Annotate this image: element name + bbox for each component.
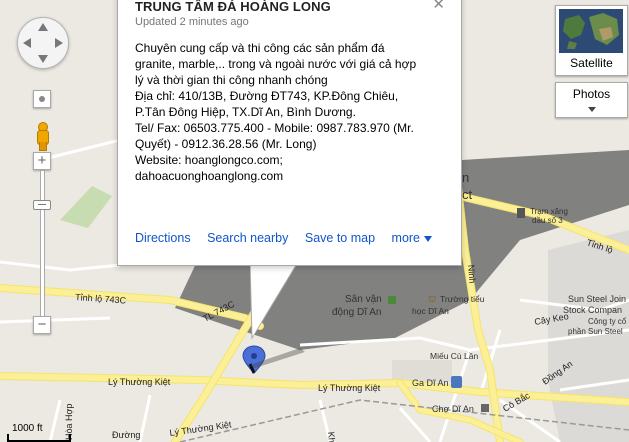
scale-bar (7, 434, 71, 442)
description-line: Tel/ Fax: 06503.775.400 - Mobile: 0987.7… (135, 121, 414, 135)
map-label-gas: dầu số 3 (532, 216, 563, 225)
map-label: Stock Compan (563, 305, 622, 315)
map-label: n (462, 170, 469, 185)
chevron-down-icon (424, 235, 433, 242)
place-title: TRUNG TÂM ĐÁ HOÀNG LONG (135, 0, 331, 14)
satellite-thumbnail (559, 9, 623, 53)
pan-right-icon[interactable] (55, 38, 63, 48)
directions-link[interactable]: Directions (135, 231, 191, 245)
map-label: Ga Dĩ An (412, 378, 449, 388)
map-label: Công ty cổ (588, 317, 627, 326)
map-label: Chợ Dĩ An (432, 404, 474, 414)
description-line: Quyết) - 0912.36.28.56 (Mr. Long) (135, 137, 317, 151)
place-infowindow: ✕ TRUNG TÂM ĐÁ HOÀNG LONG Updated 2 minu… (117, 0, 462, 266)
description-line: Chuyên cung cấp và thi công các sản phẩm… (135, 41, 385, 55)
search-nearby-link[interactable]: Search nearby (207, 231, 288, 245)
pan-up-icon[interactable] (38, 23, 48, 31)
map-label: Sân vận (345, 294, 382, 305)
school-icon: ⛫ (428, 294, 436, 304)
description-line: dahoacuonghoanglong.com (135, 169, 284, 183)
map-label-gas: Trạm xăng (530, 207, 568, 216)
zoom-track[interactable] (40, 170, 45, 317)
gas-icon (517, 208, 525, 218)
more-link-label: more (391, 231, 421, 245)
location-dot-icon (39, 96, 45, 102)
photos-button[interactable]: Photos (555, 82, 628, 118)
stadium-icon (388, 296, 396, 304)
place-description: Chuyên cung cấp và thi công các sản phẩm… (135, 40, 450, 184)
photos-label: Photos (572, 87, 611, 101)
infowindow-tail (250, 262, 299, 340)
infowindow-links: Directions Search nearby Save to map mor… (135, 231, 445, 245)
map-label: Miếu Cù Lần (430, 351, 478, 361)
description-line: granite, marble,.. trong và ngoài nước v… (135, 57, 417, 71)
satellite-button[interactable]: Satellite (555, 5, 628, 76)
description-line: P.Tân Đông Hiệp, TX.Dĩ An, Bình Dương. (135, 105, 356, 119)
pan-left-icon[interactable] (23, 38, 31, 48)
more-link[interactable]: more (391, 231, 433, 245)
map-label-road: Khu 5 (326, 431, 338, 442)
map-label: phần Sun Steel (568, 327, 623, 336)
map-label-road: Ninh (466, 264, 478, 283)
map-label: ct (462, 187, 473, 202)
close-icon[interactable]: ✕ (432, 0, 445, 13)
street-view-pegman-icon[interactable] (35, 122, 49, 151)
pan-down-icon[interactable] (38, 55, 48, 63)
map-label: Sun Steel Join (568, 294, 626, 304)
pan-control (17, 17, 69, 69)
market-icon (481, 404, 489, 412)
description-line: Website: hoanglongco.com; (135, 153, 283, 167)
map-label: học Dĩ An (412, 306, 449, 316)
map-label-road: Lý Thường Kiệt (318, 383, 381, 393)
map-label-road: Lý Thường Kiệt (108, 377, 171, 387)
map-label-road: Đường (112, 430, 140, 440)
train-icon (451, 376, 462, 388)
map-label: Trường tiểu (440, 294, 485, 304)
satellite-label: Satellite (570, 56, 613, 70)
my-location-button[interactable] (33, 90, 51, 108)
zoom-out-button[interactable]: − (33, 316, 51, 334)
description-line: Địa chỉ: 410/13B, Đường ĐT743, KP.Đông C… (135, 89, 399, 103)
map-label: động Dĩ An (332, 307, 381, 318)
scale-label: 1000 ft (12, 423, 43, 434)
zoom-in-button[interactable]: + (33, 152, 51, 170)
save-to-map-link[interactable]: Save to map (305, 231, 375, 245)
chevron-down-icon (588, 107, 596, 112)
description-line: lý và thời gian thi công nhanh chóng (135, 73, 328, 87)
updated-timestamp: Updated 2 minutes ago (135, 16, 249, 28)
zoom-slider-handle[interactable] (33, 200, 51, 210)
